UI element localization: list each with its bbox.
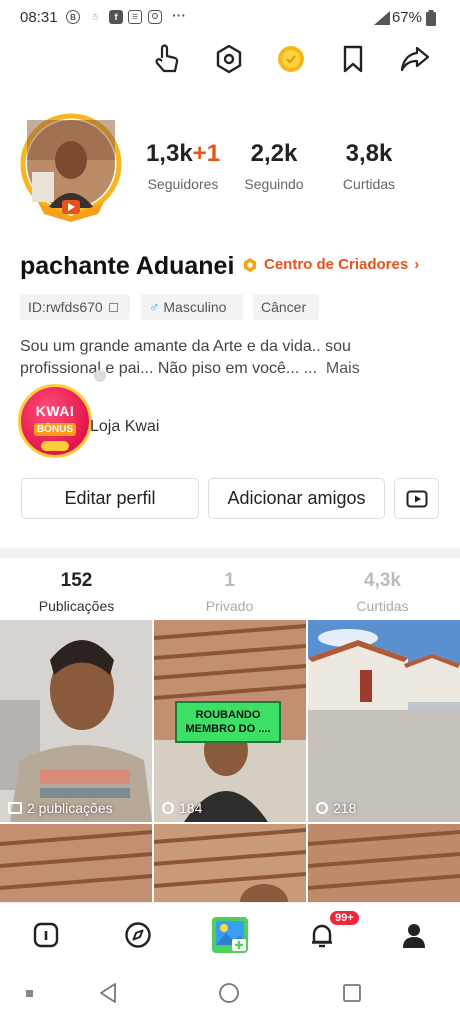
following-label: Seguindo xyxy=(244,176,304,192)
post-thumbnail[interactable] xyxy=(154,824,306,902)
bonus-sub: BÔNUS xyxy=(33,423,77,436)
facebook-icon: f xyxy=(109,10,123,24)
likes-count: 3,8k xyxy=(345,140,393,167)
stack-icon xyxy=(8,802,22,814)
create-post-icon[interactable] xyxy=(210,915,250,955)
more-dots-icon: ··· xyxy=(172,7,186,23)
coin-icon[interactable] xyxy=(274,42,308,76)
user-id: ID:rwfds670 xyxy=(28,299,103,315)
avatar[interactable] xyxy=(18,112,124,222)
gender-label: Masculino xyxy=(163,299,227,315)
profile-icon[interactable] xyxy=(398,919,430,951)
post-image xyxy=(308,824,460,902)
followers-label: Seguidores xyxy=(147,176,219,192)
sign-label: Câncer xyxy=(261,299,307,315)
post-image xyxy=(154,824,306,902)
post-thumbnail[interactable]: 218 xyxy=(308,620,460,822)
male-icon: ♂ xyxy=(149,299,160,315)
recents-icon[interactable] xyxy=(342,982,362,1004)
following-count: 2,2k xyxy=(250,140,298,167)
bookmark-icon[interactable] xyxy=(336,42,370,76)
battery-percent: 67% xyxy=(391,9,422,26)
bottom-nav: 99+ xyxy=(0,902,460,968)
bio-more-link[interactable]: Mais xyxy=(326,360,360,377)
creator-center-link[interactable]: Centro de Criadores › xyxy=(242,256,419,273)
copy-icon xyxy=(108,303,118,312)
notification-badge: 99+ xyxy=(328,909,361,927)
menu-dot-icon[interactable] xyxy=(26,990,33,997)
play-icon xyxy=(316,802,328,814)
home-icon[interactable] xyxy=(30,919,62,951)
share-icon[interactable] xyxy=(398,42,432,76)
bio-line-2: profissional e pai... Não piso em você..… xyxy=(20,360,318,377)
tab-label: Curtidas xyxy=(356,598,409,614)
add-friends-button[interactable]: Adicionar amigos xyxy=(208,478,385,519)
post-thumbnail[interactable]: 2 publicações xyxy=(0,620,152,822)
bio-line-1: Sou um grande amante da Arte e da vida..… xyxy=(20,338,351,355)
compass-icon[interactable] xyxy=(122,919,154,951)
instagram-icon xyxy=(148,10,162,24)
tab-privado[interactable]: 1 Privado xyxy=(153,570,306,614)
hexagon-settings-icon[interactable] xyxy=(212,42,246,76)
post-thumbnail[interactable] xyxy=(0,824,152,902)
creator-badge-icon xyxy=(244,257,256,272)
tab-label: Publicações xyxy=(38,598,115,614)
views-count: 184 xyxy=(179,800,203,816)
gender-tag: ♂ Masculino xyxy=(141,294,243,320)
video-icon xyxy=(406,490,427,507)
followers-new: +1 xyxy=(192,140,221,167)
edit-profile-button[interactable]: Editar perfil xyxy=(21,478,199,519)
post-thumbnail[interactable] xyxy=(308,824,460,902)
creator-center-label: Centro de Criadores xyxy=(264,256,409,273)
followers-count: 1,3k xyxy=(145,140,193,167)
coins-icon xyxy=(41,441,69,451)
profile-name: pachante Aduanei xyxy=(20,252,235,280)
status-bar: 08:31 B ☃ f ☰ ··· 67% xyxy=(0,0,460,36)
b-icon: B xyxy=(66,10,80,24)
app-icon: ☃ xyxy=(90,12,100,22)
user-id-tag[interactable]: ID:rwfds670 xyxy=(20,294,130,320)
stat-following[interactable]: 2,2k Seguindo xyxy=(238,140,310,192)
tab-curtidas[interactable]: 4,3k Curtidas xyxy=(306,570,459,614)
post-image xyxy=(0,620,152,822)
hand-pointer-icon[interactable] xyxy=(150,42,184,76)
chevron-right-icon: › xyxy=(414,256,420,273)
tab-count: 4,3k xyxy=(364,570,401,591)
kwai-bonus-badge[interactable]: KWAI BÔNUS xyxy=(18,384,92,458)
home-circle-icon[interactable] xyxy=(218,982,240,1004)
battery-icon xyxy=(426,10,436,26)
stat-likes[interactable]: 3,8k Curtidas xyxy=(334,140,404,192)
post-image xyxy=(0,824,152,902)
post-overlay-text: 2 publicações xyxy=(27,800,113,816)
likes-label: Curtidas xyxy=(342,176,396,192)
dot-indicator xyxy=(94,370,106,382)
post-caption: ROUBANDO MEMBRO DO .... xyxy=(185,709,271,735)
sign-tag: Câncer xyxy=(253,294,319,320)
views-count: 218 xyxy=(333,800,357,816)
tab-count: 152 xyxy=(60,570,93,591)
play-icon xyxy=(162,802,174,814)
bio[interactable]: Sou um grande amante da Arte e da vida..… xyxy=(20,336,420,380)
section-divider xyxy=(0,548,460,558)
tab-publicacoes[interactable]: 152 Publicações xyxy=(0,570,153,614)
post-image xyxy=(308,620,460,822)
tab-count: 1 xyxy=(224,570,235,591)
status-time: 08:31 xyxy=(20,9,58,26)
shop-link[interactable]: Loja Kwai xyxy=(90,418,159,436)
post-thumbnail[interactable]: ROUBANDO MEMBRO DO .... 184 xyxy=(154,620,306,822)
signal-icon xyxy=(374,11,390,25)
chat-icon: ☰ xyxy=(128,10,142,24)
bonus-title: KWAI xyxy=(35,403,75,419)
stat-followers[interactable]: 1,3k+1 Seguidores xyxy=(143,140,223,192)
video-button[interactable] xyxy=(394,478,439,519)
tab-label: Privado xyxy=(205,598,254,614)
back-icon[interactable] xyxy=(98,982,118,1004)
system-nav xyxy=(0,968,460,1020)
